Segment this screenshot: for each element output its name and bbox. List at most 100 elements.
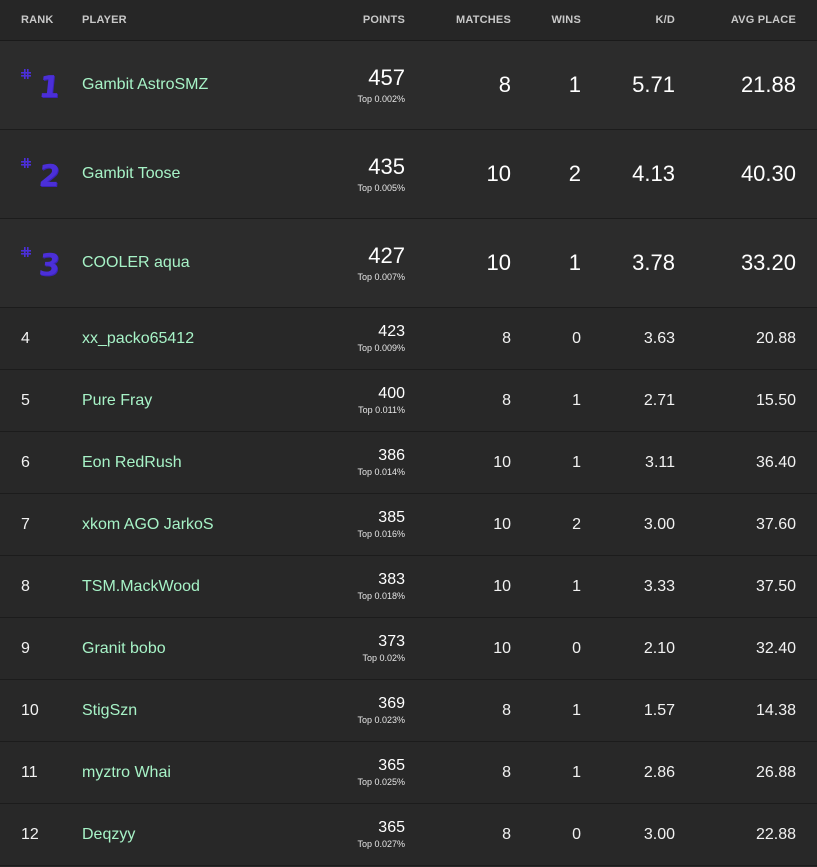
table-row[interactable]: 10 StigSzn 369 Top 0.023% 8 1 1.57 14.38 (0, 680, 817, 742)
points-cell: 365 Top 0.027% (285, 804, 405, 865)
points-cell: 427 Top 0.007% (285, 219, 405, 307)
table-row[interactable]: 12 Deqzyy 365 Top 0.027% 8 0 3.00 22.88 (0, 804, 817, 866)
wins-value: 0 (572, 825, 581, 843)
column-header-kd[interactable]: K/D (595, 0, 675, 40)
wins-value: 1 (572, 391, 581, 409)
points-cell: 385 Top 0.016% (285, 494, 405, 555)
points-percentile: Top 0.018% (357, 591, 405, 601)
table-row[interactable]: 11 myztro Whai 365 Top 0.025% 8 1 2.86 26.88 (0, 742, 817, 804)
rank-number: 3 (37, 248, 62, 283)
kd-cell: 3.33 (595, 556, 675, 617)
rank-cell: 7 (21, 494, 76, 555)
player-name-link[interactable]: COOLER aqua (82, 254, 190, 272)
player-name-link[interactable]: Gambit AstroSMZ (82, 76, 208, 94)
wins-cell: 1 (521, 556, 581, 617)
player-name-link[interactable]: xkom AGO JarkoS (82, 516, 214, 534)
column-header-points[interactable]: POINTS (285, 0, 405, 40)
table-row[interactable]: 8 TSM.MackWood 383 Top 0.018% 10 1 3.33 37.50 (0, 556, 817, 618)
points-value: 427 (368, 242, 405, 268)
kd-value: 3.78 (632, 250, 675, 275)
wins-cell: 1 (521, 370, 581, 431)
avg-place-cell: 37.60 (686, 494, 796, 555)
wins-cell: 0 (521, 804, 581, 865)
wins-cell: 1 (521, 680, 581, 741)
matches-cell: 10 (421, 432, 511, 493)
table-row[interactable]: 2 Gambit Toose 435 Top 0.005% 10 2 4.13 40.30 (0, 130, 817, 219)
table-row[interactable]: 7 xkom AGO JarkoS 385 Top 0.016% 10 2 3.00 37.6… (0, 494, 817, 556)
wins-value: 2 (572, 515, 581, 533)
avg-place-cell: 15.50 (686, 370, 796, 431)
column-header-matches[interactable]: MATCHES (421, 0, 511, 40)
wins-value: 1 (572, 701, 581, 719)
kd-cell: 2.86 (595, 742, 675, 803)
kd-value: 3.11 (645, 453, 675, 471)
table-row[interactable]: 3 COOLER aqua 427 Top 0.007% 10 1 3.78 33.20 (0, 219, 817, 308)
points-percentile: Top 0.007% (357, 271, 405, 282)
points-cell: 373 Top 0.02% (285, 618, 405, 679)
points-cell: 386 Top 0.014% (285, 432, 405, 493)
column-header-wins[interactable]: WINS (521, 0, 581, 40)
player-name-link[interactable]: Pure Fray (82, 392, 152, 410)
points-value: 369 (378, 695, 405, 712)
column-header-rank[interactable]: RANK (21, 0, 76, 40)
kd-value: 2.71 (643, 391, 675, 409)
leaderboard-table: RANK PLAYER POINTS MATCHES WINS K/D AVG … (0, 0, 817, 866)
matches-cell: 10 (421, 130, 511, 218)
rank-number: 8 (21, 577, 30, 595)
matches-cell: 10 (421, 219, 511, 307)
player-name-link[interactable]: myztro Whai (82, 764, 171, 782)
kd-cell: 5.71 (595, 41, 675, 129)
column-header-avg-place[interactable]: AVG PLACE (686, 0, 796, 40)
points-cell: 383 Top 0.018% (285, 556, 405, 617)
points-percentile: Top 0.002% (357, 93, 405, 104)
kd-cell: 3.11 (595, 432, 675, 493)
player-name-link[interactable]: Gambit Toose (82, 165, 180, 183)
points-cell: 423 Top 0.009% (285, 308, 405, 369)
matches-value: 10 (486, 161, 511, 186)
table-row[interactable]: 9 Granit bobo 373 Top 0.02% 10 0 2.10 32.40 (0, 618, 817, 680)
rank-cell: 2 (21, 130, 76, 218)
rank-cell: 9 (21, 618, 76, 679)
matches-value: 8 (502, 763, 511, 781)
player-name-link[interactable]: TSM.MackWood (82, 578, 200, 596)
table-row[interactable]: 4 xx_packo65412 423 Top 0.009% 8 0 3.63 20.88 (0, 308, 817, 370)
matches-cell: 10 (421, 618, 511, 679)
avg-place-cell: 37.50 (686, 556, 796, 617)
rank-number: 1 (37, 70, 62, 105)
hash-icon (21, 158, 31, 168)
avg-place-value: 32.40 (755, 639, 796, 657)
avg-place-value: 33.20 (740, 250, 796, 275)
player-name-link[interactable]: Eon RedRush (82, 454, 182, 472)
player-name-link[interactable]: Granit bobo (82, 640, 166, 658)
matches-cell: 10 (421, 494, 511, 555)
kd-value: 3.63 (643, 329, 675, 347)
points-value: 385 (378, 509, 405, 526)
table-row[interactable]: 6 Eon RedRush 386 Top 0.014% 10 1 3.11 36.40 (0, 432, 817, 494)
kd-value: 3.00 (643, 825, 675, 843)
kd-cell: 3.63 (595, 308, 675, 369)
points-percentile: Top 0.011% (358, 405, 405, 415)
wins-value: 1 (572, 577, 581, 595)
player-name-link[interactable]: StigSzn (82, 702, 137, 720)
kd-cell: 3.00 (595, 804, 675, 865)
avg-place-value: 22.88 (755, 825, 796, 843)
avg-place-cell: 26.88 (686, 742, 796, 803)
points-value: 386 (378, 447, 405, 464)
table-row[interactable]: 1 Gambit AstroSMZ 457 Top 0.002% 8 1 5.71 21.88 (0, 41, 817, 130)
kd-cell: 1.57 (595, 680, 675, 741)
player-name-link[interactable]: Deqzyy (82, 826, 135, 844)
wins-value: 0 (572, 639, 581, 657)
player-name-link[interactable]: xx_packo65412 (82, 330, 194, 348)
table-header: RANK PLAYER POINTS MATCHES WINS K/D AVG … (0, 0, 817, 41)
rank-number: 6 (21, 453, 30, 471)
kd-cell: 3.00 (595, 494, 675, 555)
avg-place-cell: 14.38 (686, 680, 796, 741)
points-percentile: Top 0.005% (357, 182, 405, 193)
table-row[interactable]: 5 Pure Fray 400 Top 0.011% 8 1 2.71 15.50 (0, 370, 817, 432)
rank-badge: 2 (21, 154, 66, 194)
rank-cell: 11 (21, 742, 76, 803)
avg-place-cell: 40.30 (686, 130, 796, 218)
wins-value: 1 (568, 72, 581, 97)
points-cell: 365 Top 0.025% (285, 742, 405, 803)
wins-cell: 1 (521, 742, 581, 803)
